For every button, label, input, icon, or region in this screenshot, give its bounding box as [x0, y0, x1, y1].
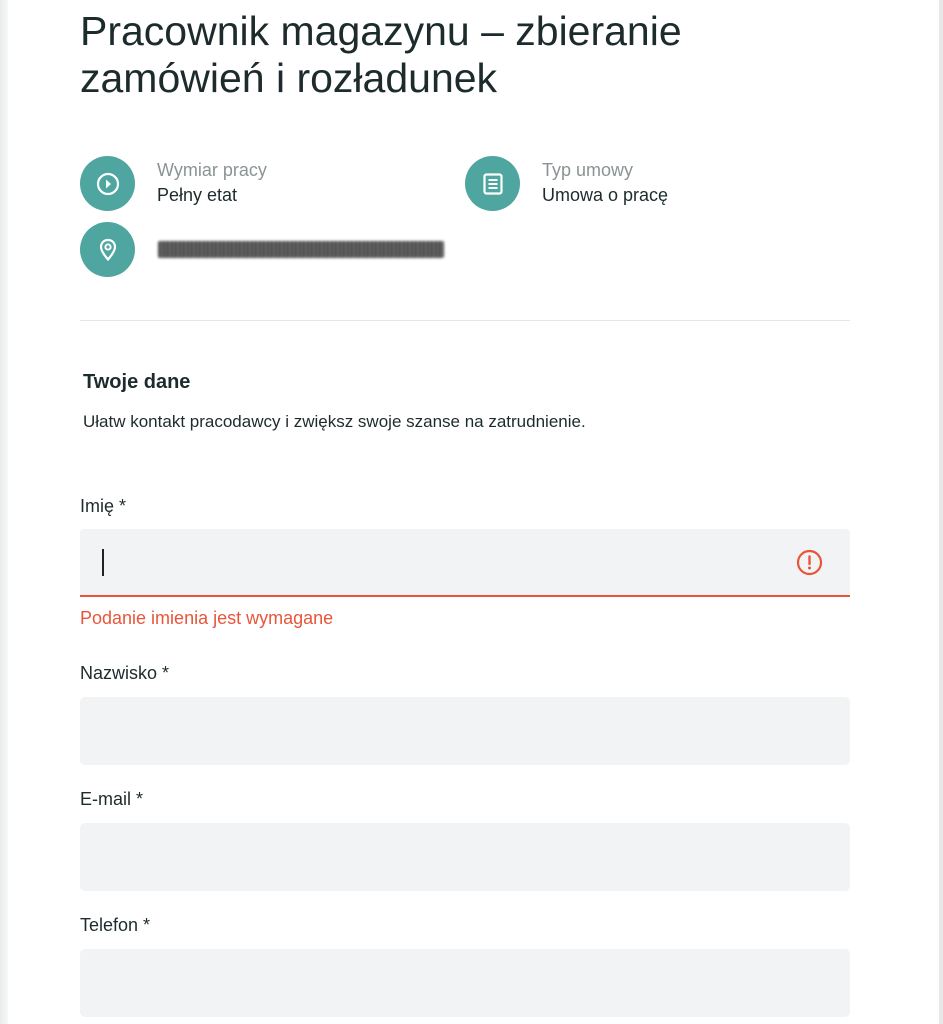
window-edge-left	[0, 0, 8, 1024]
phone-label: Telefon *	[80, 915, 151, 935]
work-time-value: Pełny etat	[157, 185, 238, 205]
section-description: Ułatw kontakt pracodawcy i zwiększ swoje…	[83, 412, 586, 431]
job-title: Pracownik magazynu – zbieranie zamówień …	[80, 8, 682, 101]
email-input[interactable]	[80, 823, 850, 891]
application-page: Pracownik magazynu – zbieranie zamówień …	[0, 0, 943, 1024]
clock-icon	[80, 156, 135, 211]
text-caret	[102, 549, 104, 576]
section-divider	[80, 320, 850, 321]
location-pin-icon	[80, 222, 135, 277]
document-list-icon	[465, 156, 520, 211]
contract-type-label: Typ umowy	[542, 160, 634, 180]
contract-type-value: Umowa o pracę	[542, 185, 669, 205]
last-name-input[interactable]	[80, 697, 850, 765]
window-edge-right	[939, 0, 943, 1024]
last-name-label: Nazwisko *	[80, 663, 170, 683]
phone-input[interactable]	[80, 949, 850, 1017]
first-name-input[interactable]	[80, 529, 850, 597]
alert-circle-icon	[796, 549, 823, 576]
work-time-label: Wymiar pracy	[157, 160, 267, 180]
first-name-error: Podanie imienia jest wymagane	[80, 608, 334, 628]
section-title: Twoje dane	[83, 371, 191, 393]
email-label: E-mail *	[80, 789, 144, 809]
location-value-redacted	[158, 241, 444, 258]
first-name-label: Imię *	[80, 496, 127, 516]
